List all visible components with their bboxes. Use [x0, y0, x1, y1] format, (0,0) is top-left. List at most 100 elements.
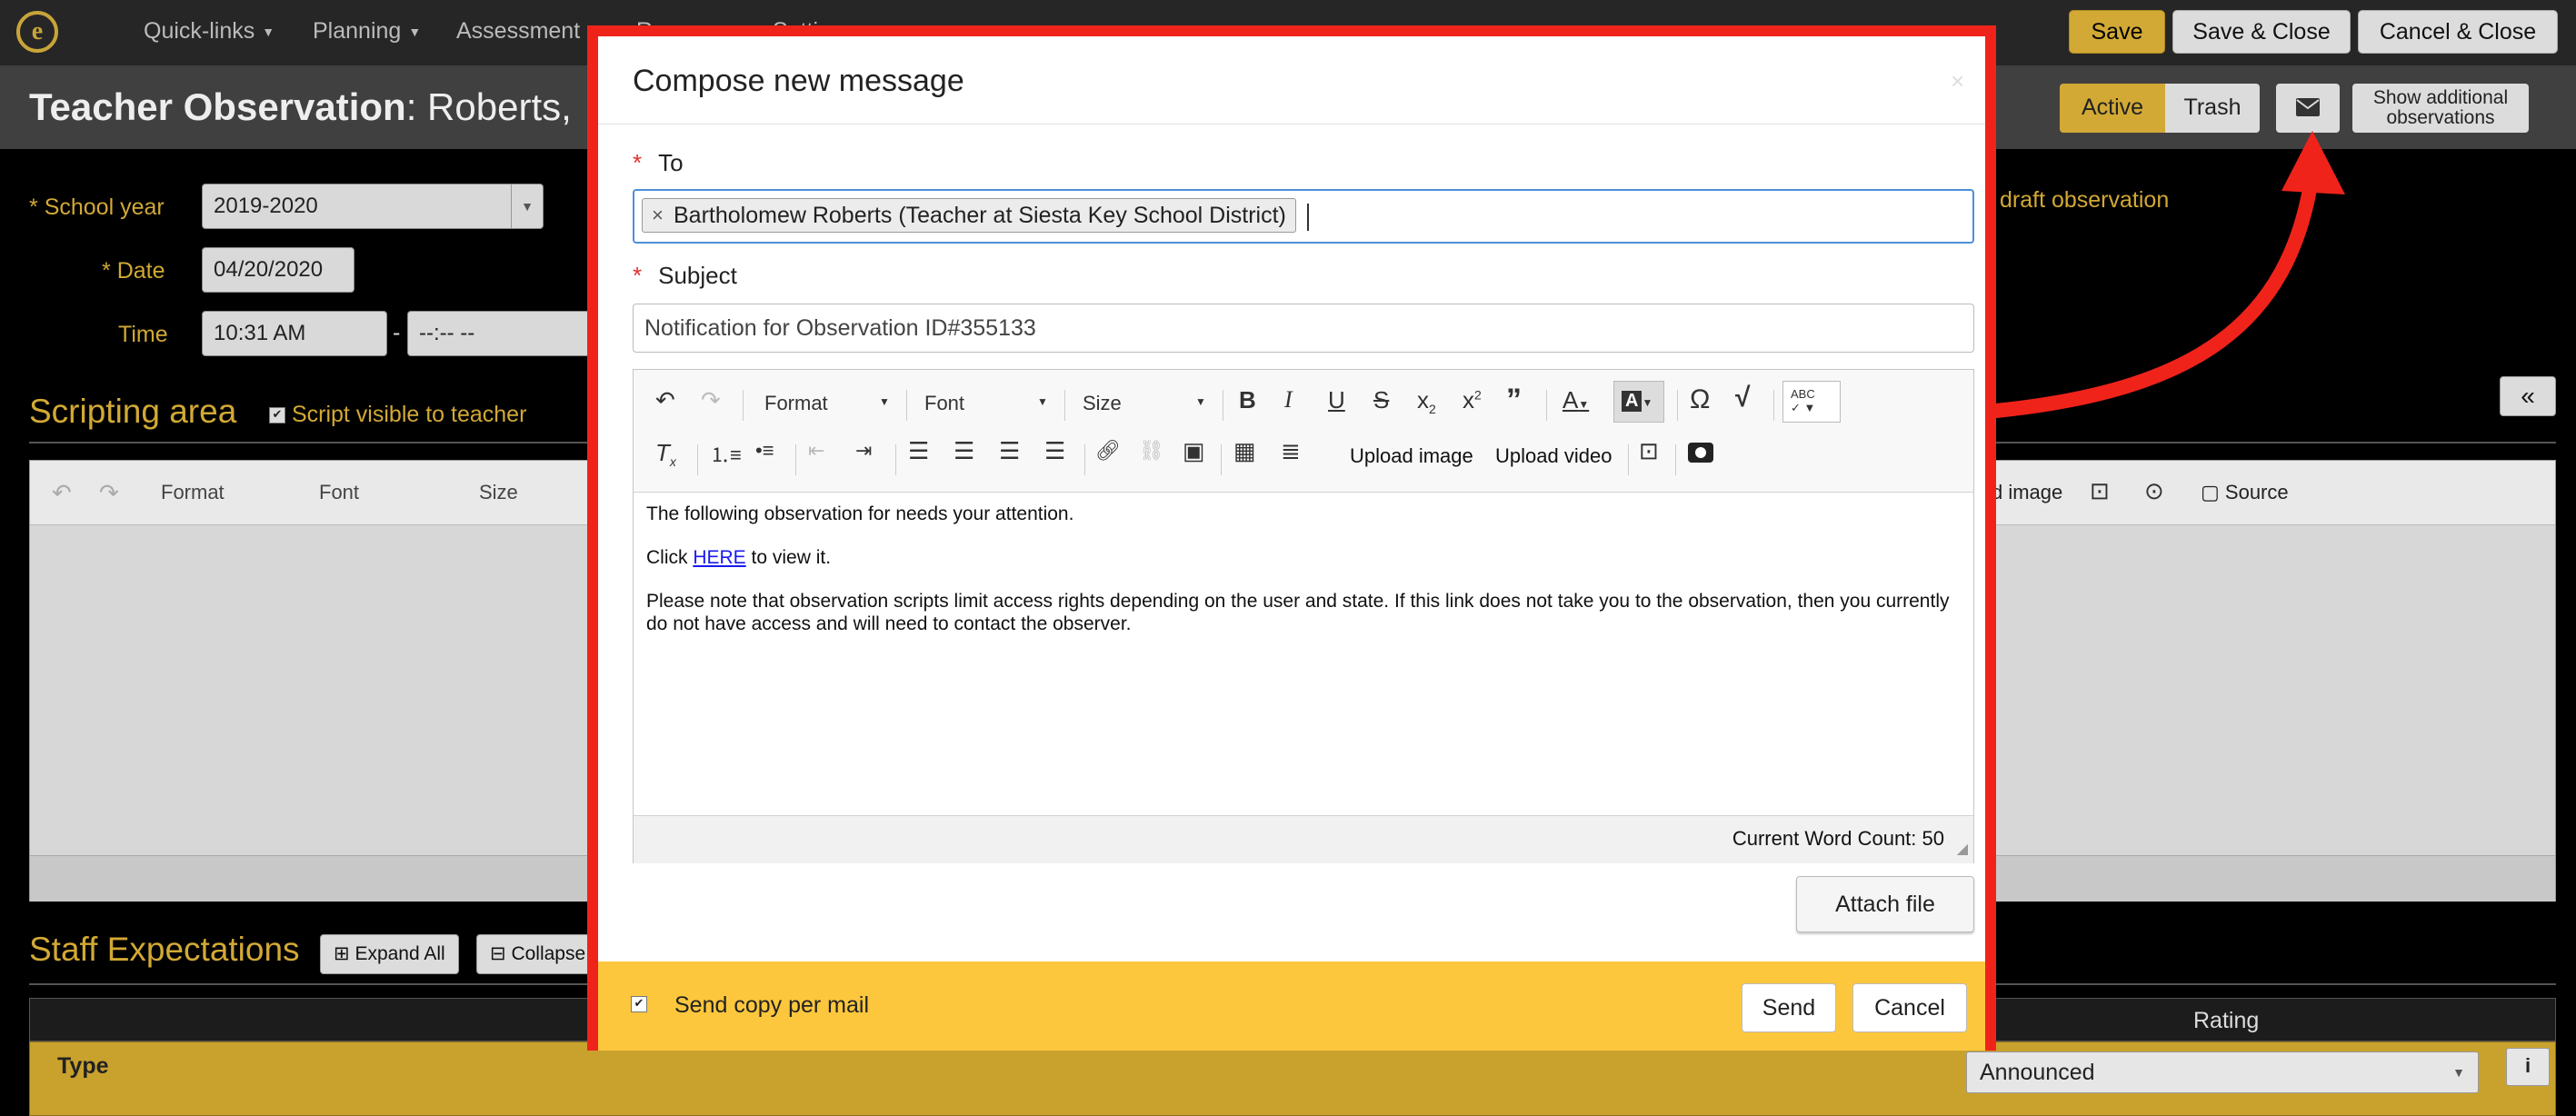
redo-icon[interactable]: ↷ — [99, 479, 119, 507]
to-label: * To — [633, 149, 684, 177]
remove-recipient-icon[interactable]: × — [652, 199, 664, 232]
subject-input[interactable]: Notification for Observation ID#355133 — [633, 304, 1974, 353]
special-character-icon[interactable]: Ω — [1690, 384, 1710, 415]
source-button[interactable]: ▢ Source — [2201, 481, 2289, 504]
source-label: Source — [2224, 481, 2289, 503]
chevron-down-icon: ▼ — [2452, 1065, 2465, 1080]
required-asterisk: * — [633, 262, 643, 289]
bullet-list-icon[interactable]: •≡ — [755, 439, 774, 463]
send-button[interactable]: Send — [1742, 983, 1836, 1032]
time-end-field[interactable]: --:-- -- — [407, 311, 598, 356]
type-select-value: Announced — [1980, 1060, 2095, 1085]
undo-icon[interactable]: ↶ — [52, 479, 72, 507]
toolbar-separator — [697, 444, 698, 475]
message-editor: ↶ ↷ Format ▼ Font ▼ Size ▼ B I U S x2 x2 ” … — [633, 369, 1974, 863]
link-icon[interactable]: 🔗︎ — [1095, 439, 1121, 463]
school-year-label: * School year — [29, 194, 165, 220]
attach-file-button[interactable]: Attach file — [1796, 876, 1974, 932]
time-label: Time — [118, 322, 168, 347]
font-dropdown[interactable]: Font ▼ — [924, 392, 1048, 415]
info-icon[interactable]: i — [2506, 1048, 2550, 1086]
close-icon[interactable]: × — [1951, 67, 1964, 95]
collapse-panel-button[interactable]: « — [2500, 376, 2556, 416]
horizontal-rule-icon[interactable]: ≣ — [1281, 437, 1301, 465]
nav-assessment-label: Assessment — [456, 18, 581, 44]
subscript-icon[interactable]: x2 — [1417, 386, 1436, 416]
message-body[interactable]: The following observation for needs your… — [646, 503, 1955, 656]
blockquote-icon[interactable]: ” — [1506, 383, 1522, 418]
chevron-down-icon: ▼ — [879, 395, 890, 408]
format-dropdown[interactable]: Format — [161, 481, 225, 504]
script-visible-checkbox[interactable]: ✔ Script visible to teacher — [269, 402, 526, 428]
school-year-label-text: School year — [44, 194, 165, 220]
italic-icon[interactable]: I — [1284, 386, 1293, 414]
resize-handle-icon[interactable]: ◢ — [1957, 840, 1968, 858]
size-dropdown[interactable]: Size — [479, 481, 518, 504]
redo-icon[interactable]: ↷ — [701, 386, 721, 414]
cancel-button[interactable]: Cancel — [1852, 983, 1967, 1032]
app-logo[interactable]: e — [16, 11, 58, 53]
toolbar-separator — [906, 390, 907, 421]
chevron-down-icon: ▼ — [408, 25, 422, 40]
spellcheck-icon[interactable]: ABC ✓ ▼ — [1782, 381, 1841, 423]
background-color-icon[interactable]: A ▼ — [1613, 381, 1664, 423]
indent-icon[interactable]: ⇥ — [855, 439, 872, 463]
cancel-and-close-button[interactable]: Cancel & Close — [2358, 10, 2558, 54]
unlink-icon[interactable]: ⛓︎ — [1139, 439, 1164, 463]
date-field[interactable]: 04/20/2020 — [202, 247, 354, 293]
date-label: * Date — [102, 258, 165, 284]
numbered-list-icon[interactable]: ⒈≡ — [710, 439, 742, 468]
upload-image-button[interactable]: Upload image — [1350, 444, 1473, 468]
school-year-select[interactable]: 2019-2020 ▼ — [202, 184, 544, 229]
table-icon[interactable]: ▦ — [1233, 437, 1256, 465]
align-right-icon[interactable]: ☰ — [999, 437, 1020, 465]
minus-box-icon: ⊟ — [490, 943, 512, 964]
body-to-view-text: to view it. — [751, 547, 832, 568]
collapse-button[interactable]: ⊟ Collapse — [476, 934, 600, 974]
toolbar-separator — [1628, 444, 1629, 475]
upload-video-button[interactable]: Upload video — [1495, 444, 1612, 468]
undo-icon[interactable]: ↶ — [655, 386, 675, 414]
justify-icon[interactable]: ☰ — [1044, 437, 1065, 465]
send-copy-checkbox[interactable]: ✔ — [631, 996, 647, 1012]
school-year-value: 2019-2020 — [214, 194, 318, 218]
camera-icon[interactable]: ⊙ — [2144, 477, 2164, 505]
underline-icon[interactable]: U — [1328, 386, 1345, 414]
recipient-input[interactable]: × Bartholomew Roberts (Teacher at Siesta… — [633, 189, 1974, 244]
expand-all-button[interactable]: ⊞ Expand All — [320, 934, 459, 974]
word-count: Current Word Count: 50 — [1732, 827, 1944, 850]
superscript-icon[interactable]: x2 — [1463, 386, 1482, 414]
outdent-icon[interactable]: ⇤ — [808, 439, 824, 463]
bold-icon[interactable]: B — [1239, 386, 1256, 414]
upload-image-button[interactable]: d image — [1992, 481, 2062, 504]
form-icon[interactable]: ⊡ — [1639, 437, 1659, 465]
text-color-icon[interactable]: A▼ — [1563, 386, 1589, 414]
save-button[interactable]: Save — [2069, 10, 2165, 54]
size-dropdown[interactable]: Size ▼ — [1083, 392, 1206, 415]
image-icon[interactable]: ▣ — [1183, 437, 1205, 465]
save-and-close-button[interactable]: Save & Close — [2172, 10, 2351, 54]
nav-quick-links[interactable]: Quick-links ▼ — [144, 18, 275, 45]
form-icon[interactable]: ⊡ — [2090, 477, 2110, 505]
camera-icon[interactable] — [1688, 443, 1713, 463]
format-label: Format — [764, 392, 828, 414]
clear-formatting-icon[interactable]: Tx — [655, 439, 676, 469]
nav-planning[interactable]: Planning ▼ — [313, 18, 421, 45]
type-select[interactable]: Announced ▼ — [1966, 1051, 2479, 1093]
body-click-text: Click — [646, 547, 688, 568]
align-left-icon[interactable]: ☰ — [908, 437, 929, 465]
align-center-icon[interactable]: ☰ — [954, 437, 974, 465]
math-icon[interactable]: √ — [1735, 383, 1750, 414]
here-link[interactable]: HERE — [693, 547, 745, 568]
toolbar-separator — [795, 444, 796, 475]
time-start-field[interactable]: 10:31 AM — [202, 311, 387, 356]
font-dropdown[interactable]: Font — [319, 481, 359, 504]
toolbar-separator — [1064, 390, 1065, 421]
strikethrough-icon[interactable]: S — [1373, 386, 1389, 414]
nav-assessment[interactable]: Assessment — [456, 18, 580, 45]
dialog-title: Compose new message — [633, 64, 964, 98]
dialog-header-divider — [598, 124, 1985, 125]
source-icon: ▢ — [2201, 481, 2225, 503]
recipient-name: Bartholomew Roberts (Teacher at Siesta K… — [674, 203, 1286, 228]
format-dropdown[interactable]: Format ▼ — [764, 392, 890, 415]
